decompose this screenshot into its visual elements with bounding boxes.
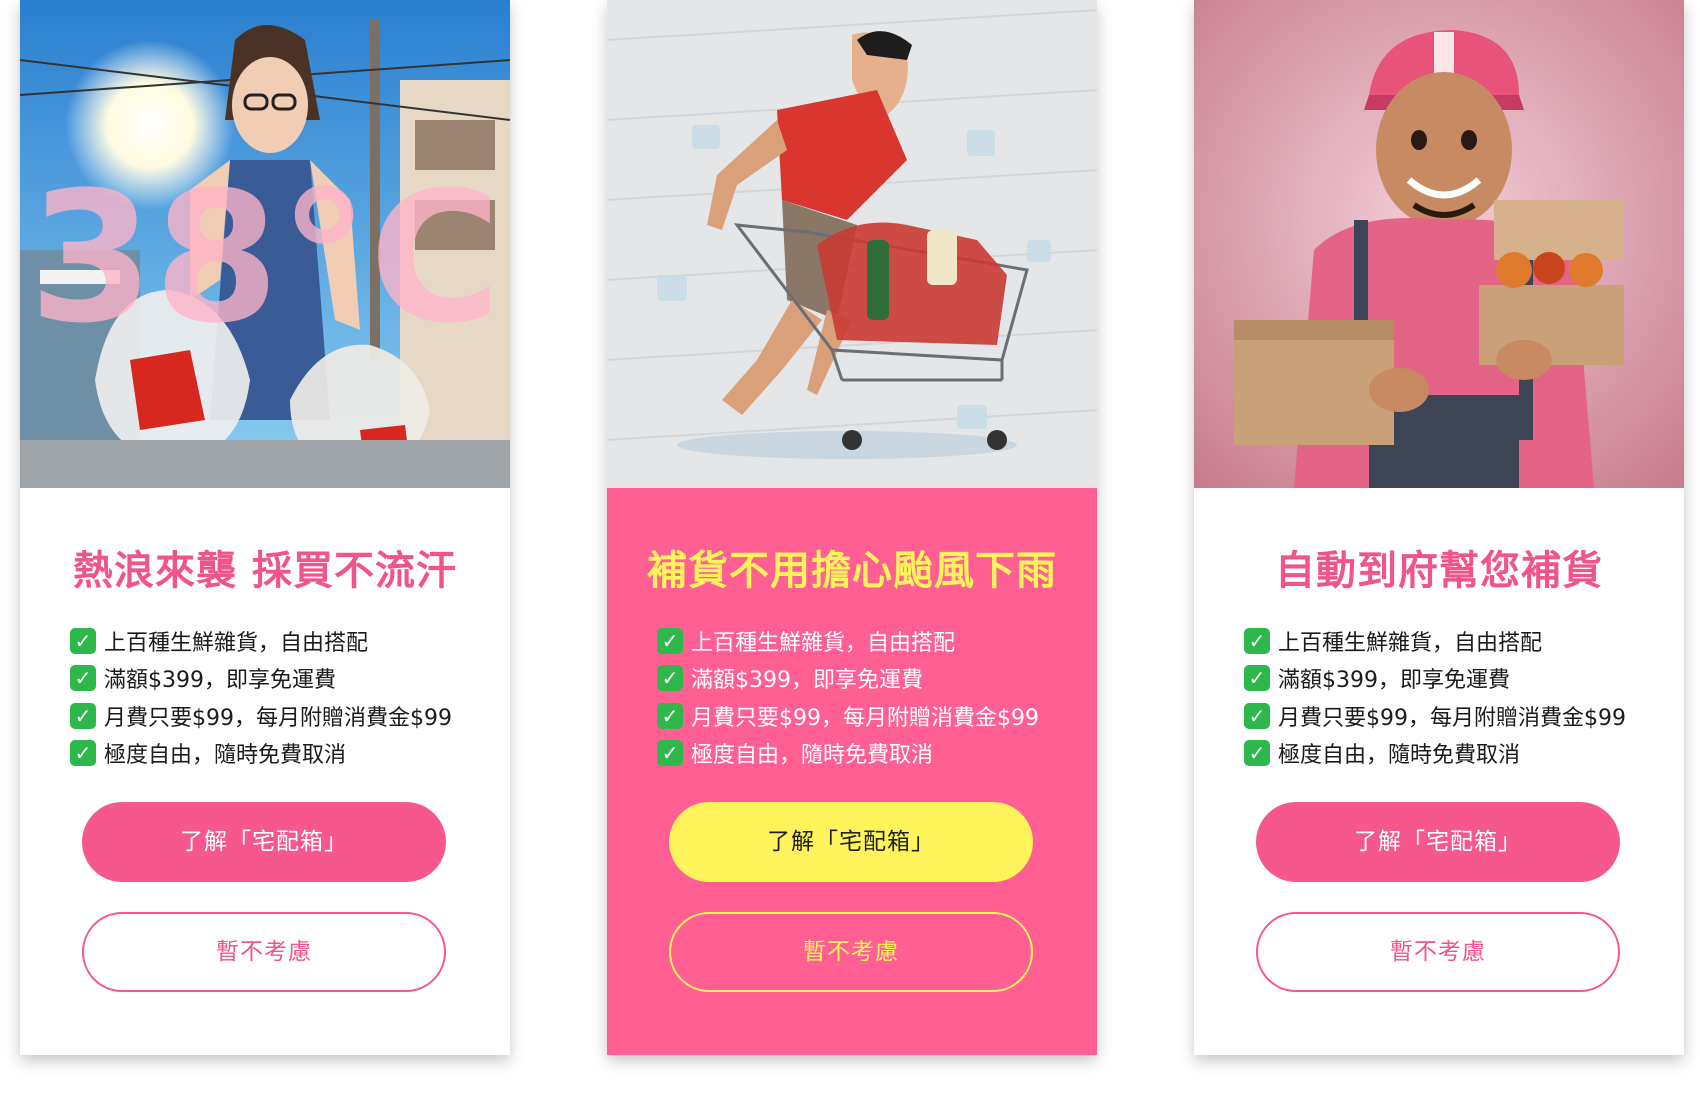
check-mark-icon: ✓ <box>1244 627 1270 654</box>
feature-item: ✓ 極度自由，隨時免費取消 <box>70 735 490 773</box>
feature-list: ✓ 上百種生鮮雜貨，自由搭配 ✓ 滿額$399，即享免運費 ✓ 月費只要$99，每月附… <box>1244 622 1664 772</box>
decline-button[interactable]: 暫不考慮 <box>1256 912 1620 992</box>
check-mark-icon: ✓ <box>1244 665 1270 692</box>
feature-item: ✓ 滿額$399，即享免運費 <box>1244 660 1664 698</box>
delivery-man-illustration <box>1194 0 1684 488</box>
decline-button[interactable]: 暫不考慮 <box>669 912 1033 992</box>
feature-list: ✓ 上百種生鮮雜貨，自由搭配 ✓ 滿額$399，即享免運費 ✓ 月費只要$99，每月附… <box>70 622 490 772</box>
feature-item: ✓ 滿額$399，即享免運費 <box>70 660 490 698</box>
check-mark-icon: ✓ <box>657 740 683 767</box>
temperature-overlay-text: 38°C <box>29 154 502 363</box>
plan-card-delivery: 自動到府幫您補貨 ✓ 上百種生鮮雜貨，自由搭配 ✓ 滿額$399，即享免運費 ✓ 月費… <box>1194 0 1684 1055</box>
check-mark-icon: ✓ <box>70 665 96 692</box>
feature-item: ✓ 上百種生鮮雜貨，自由搭配 <box>1244 622 1664 660</box>
check-mark-icon: ✓ <box>1244 702 1270 729</box>
check-mark-icon: ✓ <box>657 702 683 729</box>
check-mark-icon: ✓ <box>70 627 96 654</box>
check-mark-icon: ✓ <box>657 627 683 654</box>
learn-more-button[interactable]: 了解「宅配箱」 <box>1256 802 1620 882</box>
card-title: 自動到府幫您補貨 <box>1275 548 1603 594</box>
heatwave-shopper-illustration: 38°C <box>20 0 510 488</box>
decline-button[interactable]: 暫不考慮 <box>82 912 446 992</box>
feature-item: ✓ 滿額$399，即享免運費 <box>657 660 1077 698</box>
feature-item: ✓ 極度自由，隨時免費取消 <box>1244 735 1664 773</box>
check-mark-icon: ✓ <box>70 740 96 767</box>
check-mark-icon: ✓ <box>70 702 96 729</box>
check-mark-icon: ✓ <box>1244 740 1270 767</box>
feature-item: ✓ 上百種生鮮雜貨，自由搭配 <box>70 622 490 660</box>
plan-card-typhoon: 補貨不用擔心颱風下雨 ✓ 上百種生鮮雜貨，自由搭配 ✓ 滿額$399，即享免運費 ✓… <box>607 0 1097 1055</box>
shopping-cart-runner-illustration <box>607 0 1097 488</box>
learn-more-button[interactable]: 了解「宅配箱」 <box>669 802 1033 882</box>
card-title: 補貨不用擔心颱風下雨 <box>647 548 1057 594</box>
feature-list: ✓ 上百種生鮮雜貨，自由搭配 ✓ 滿額$399，即享免運費 ✓ 月費只要$99，每月附… <box>657 622 1077 772</box>
feature-item: ✓ 月費只要$99，每月附贈消費金$99 <box>70 697 490 735</box>
feature-item: ✓ 月費只要$99，每月附贈消費金$99 <box>1244 697 1664 735</box>
feature-item: ✓ 極度自由，隨時免費取消 <box>657 735 1077 773</box>
learn-more-button[interactable]: 了解「宅配箱」 <box>82 802 446 882</box>
feature-item: ✓ 月費只要$99，每月附贈消費金$99 <box>657 697 1077 735</box>
plan-card-heatwave: 38°C 熱浪來襲 採買不流汗 ✓ 上百種生鮮雜貨，自由搭配 ✓ 滿額$399，即享… <box>20 0 510 1055</box>
check-mark-icon: ✓ <box>657 665 683 692</box>
card-title: 熱浪來襲 採買不流汗 <box>73 548 457 594</box>
feature-item: ✓ 上百種生鮮雜貨，自由搭配 <box>657 622 1077 660</box>
